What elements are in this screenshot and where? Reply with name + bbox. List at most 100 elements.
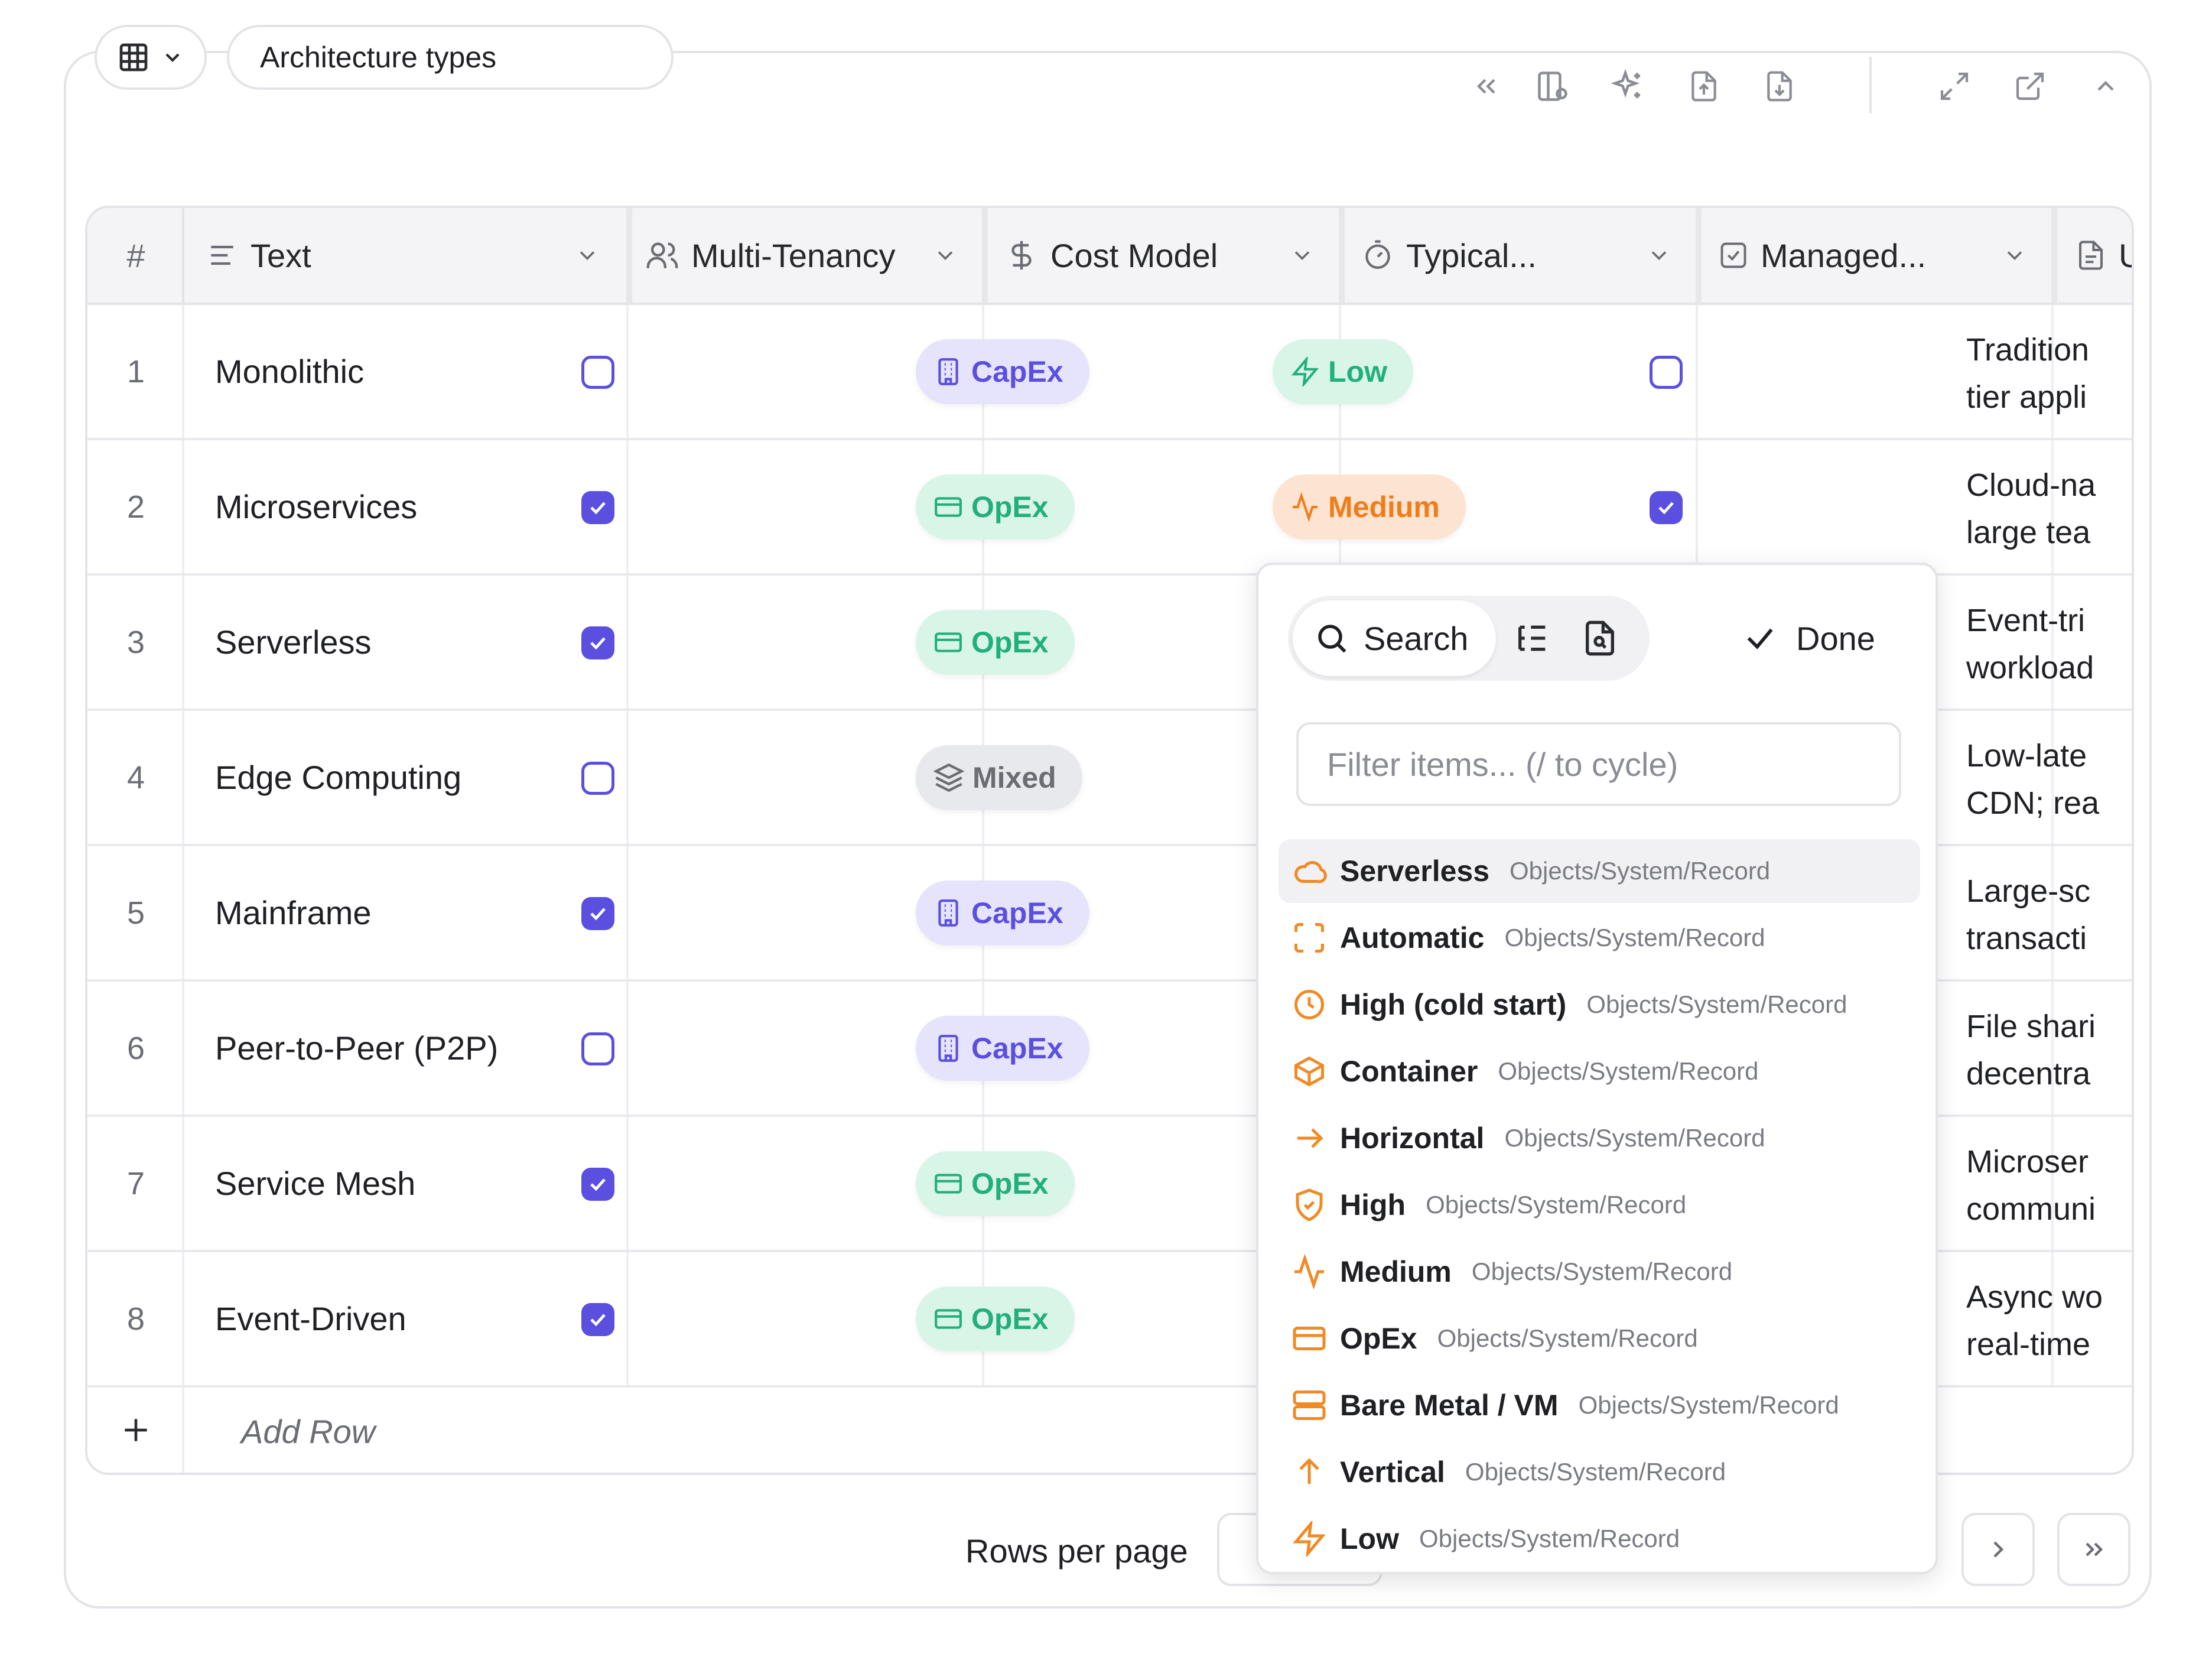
chevron-down-icon[interactable] — [1646, 242, 1672, 268]
managed-checkbox[interactable] — [1650, 356, 1683, 389]
use-case-cell[interactable]: Async wo real-time — [1966, 1273, 2120, 1368]
chevron-down-icon[interactable] — [574, 242, 600, 268]
checkbox-icon — [1718, 240, 1749, 271]
select-dropdown: Search Done Serverless Objects/System/Re… — [1256, 563, 1938, 1574]
dropdown-item[interactable]: Low Objects/System/Record — [1279, 1507, 1920, 1571]
filter-items-input[interactable] — [1296, 722, 1901, 806]
box-icon — [1292, 1054, 1329, 1089]
chevron-right-icon — [1984, 1535, 2012, 1564]
done-button[interactable]: Done — [1743, 596, 1875, 681]
use-case-cell[interactable]: Microser communi — [1966, 1138, 2120, 1233]
dropdown-item[interactable]: Horizontal Objects/System/Record — [1279, 1106, 1920, 1170]
search-icon — [1314, 620, 1349, 656]
column-header-typical[interactable]: Typical... — [1361, 208, 1696, 303]
cell-text[interactable]: Event-Driven — [215, 1252, 406, 1385]
chevron-down-icon[interactable] — [1289, 242, 1315, 268]
multi-tenancy-checkbox[interactable] — [581, 1032, 614, 1065]
file-upload-icon[interactable] — [1683, 65, 1725, 108]
column-settings-icon[interactable] — [1531, 65, 1574, 108]
dropdown-item[interactable]: High (cold start) Objects/System/Record — [1279, 973, 1920, 1037]
column-header-use-case[interactable]: Use Ca — [2075, 208, 2132, 303]
multi-tenancy-checkbox[interactable] — [581, 626, 614, 659]
use-case-cell[interactable]: Large-sc transacti — [1966, 868, 2120, 962]
dropdown-item[interactable]: Container Objects/System/Record — [1279, 1039, 1920, 1103]
activity-icon — [1292, 1254, 1329, 1289]
dropdown-item[interactable]: High Objects/System/Record — [1279, 1173, 1920, 1237]
shield-check-icon — [1292, 1187, 1329, 1223]
multi-tenancy-checkbox[interactable] — [581, 356, 614, 389]
dropdown-item[interactable]: Serverless Objects/System/Record — [1279, 839, 1920, 903]
typical-pill[interactable]: Low — [1273, 339, 1413, 404]
column-header-text[interactable]: Text — [206, 208, 626, 303]
cell-text[interactable]: Service Mesh — [215, 1117, 415, 1250]
zap-icon — [1290, 357, 1320, 386]
row-number: 1 — [126, 353, 145, 389]
plus-icon — [119, 1414, 152, 1447]
server-icon — [1292, 1388, 1329, 1423]
cost-model-pill[interactable]: Mixed — [916, 745, 1082, 810]
cell-text[interactable]: Mainframe — [215, 846, 372, 979]
cell-text[interactable]: Edge Computing — [215, 711, 461, 844]
expand-icon[interactable] — [1933, 65, 1976, 108]
multi-tenancy-checkbox[interactable] — [581, 1303, 614, 1336]
cost-model-pill[interactable]: CapEx — [916, 881, 1089, 946]
mode-segmented-control: Search — [1288, 596, 1650, 681]
cell-text[interactable]: Peer-to-Peer (P2P) — [215, 982, 498, 1115]
last-page-button[interactable] — [2057, 1513, 2130, 1586]
chevron-down-icon[interactable] — [2002, 242, 2028, 268]
file-download-icon[interactable] — [1758, 65, 1801, 108]
building-icon — [933, 357, 963, 386]
column-divider — [982, 208, 988, 303]
column-header-managed[interactable]: Managed... — [1718, 208, 2051, 303]
use-case-cell[interactable]: Low-late CDN; rea — [1966, 732, 2120, 827]
credit-card-icon — [933, 492, 963, 522]
dropdown-item[interactable]: OpEx Objects/System/Record — [1279, 1307, 1920, 1370]
multi-tenancy-checkbox[interactable] — [581, 762, 614, 795]
cost-model-pill[interactable]: OpEx — [916, 1286, 1075, 1351]
managed-checkbox[interactable] — [1650, 491, 1683, 524]
cost-model-pill[interactable]: CapEx — [916, 339, 1089, 404]
table-row[interactable]: 1 Monolithic CapEx Low Tradition tier ap… — [87, 305, 2132, 440]
add-row-label: Add Row — [241, 1412, 376, 1450]
row-number: 8 — [126, 1301, 145, 1337]
column-header-multi-tenancy[interactable]: Multi-Tenancy — [645, 208, 982, 303]
table-row[interactable]: 2 Microservices OpEx Medium Cloud-na lar… — [87, 440, 2132, 576]
chevron-up-icon[interactable] — [2084, 65, 2127, 108]
cell-text[interactable]: Microservices — [215, 440, 417, 573]
clock-icon — [1292, 987, 1329, 1022]
timer-icon — [1361, 239, 1394, 272]
column-divider — [1339, 208, 1345, 303]
collapse-left-icon[interactable] — [1465, 65, 1508, 108]
file-search-icon[interactable] — [1581, 619, 1619, 657]
dropdown-item[interactable]: Automatic Objects/System/Record — [1279, 906, 1920, 970]
building-icon — [933, 1034, 963, 1063]
cost-model-pill[interactable]: CapEx — [916, 1016, 1089, 1081]
dropdown-item[interactable]: Bare Metal / VM Objects/System/Record — [1279, 1373, 1920, 1437]
row-number: 6 — [126, 1030, 145, 1066]
next-page-button[interactable] — [1961, 1513, 2035, 1586]
use-case-cell[interactable]: Cloud-na large tea — [1966, 462, 2120, 556]
column-header-cost-model[interactable]: Cost Model — [1004, 208, 1339, 303]
cell-text[interactable]: Monolithic — [215, 305, 364, 438]
use-case-cell[interactable]: File shari decentra — [1966, 1003, 2120, 1097]
use-case-cell[interactable]: Tradition tier appli — [1966, 326, 2120, 421]
dropdown-item[interactable]: Vertical Objects/System/Record — [1279, 1440, 1920, 1504]
cost-model-pill[interactable]: OpEx — [916, 1151, 1075, 1216]
external-link-icon[interactable] — [2009, 65, 2051, 108]
dropdown-item[interactable]: Medium Objects/System/Record — [1279, 1240, 1920, 1304]
cell-text[interactable]: Serverless — [215, 576, 372, 709]
sparkles-icon[interactable] — [1607, 65, 1650, 108]
multi-tenancy-checkbox[interactable] — [581, 491, 614, 524]
list-tree-icon[interactable] — [1514, 619, 1551, 657]
chevron-down-icon[interactable] — [932, 242, 958, 268]
use-case-cell[interactable]: Event-tri workload — [1966, 597, 2120, 691]
table-title-field[interactable]: Architecture types — [227, 25, 674, 90]
cost-model-pill[interactable]: OpEx — [916, 475, 1075, 540]
typical-pill[interactable]: Medium — [1273, 475, 1466, 540]
cost-model-pill[interactable]: OpEx — [916, 610, 1075, 675]
multi-tenancy-checkbox[interactable] — [581, 1168, 614, 1201]
search-mode-tab[interactable]: Search — [1293, 600, 1496, 676]
multi-tenancy-checkbox[interactable] — [581, 897, 614, 930]
view-switcher-button[interactable] — [95, 25, 207, 90]
table-header: # Text Multi-Tenancy Cost Model Typical.… — [87, 208, 2132, 305]
